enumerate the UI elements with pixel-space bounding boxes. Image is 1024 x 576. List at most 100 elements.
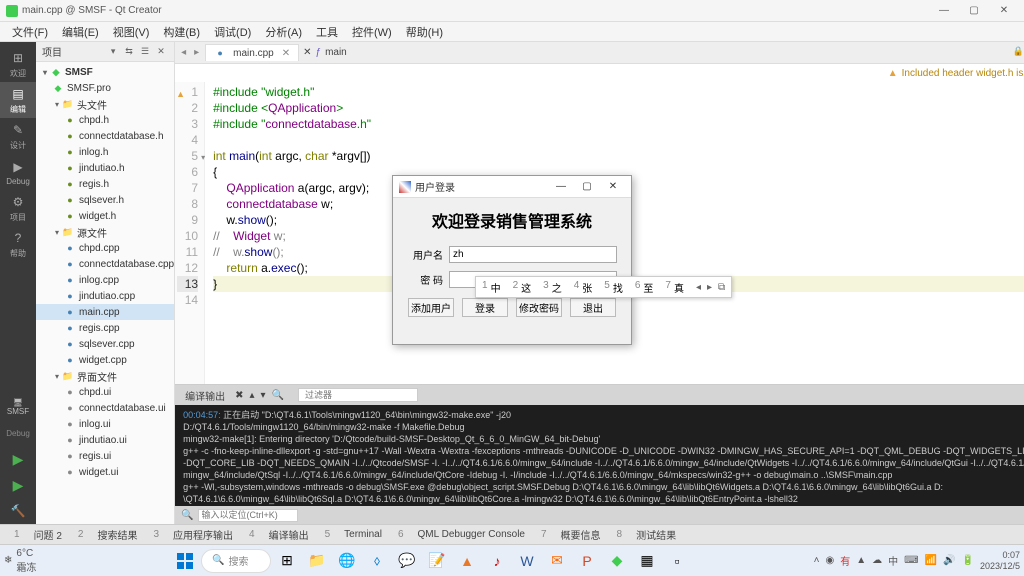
ime-candidate[interactable]: 6至 [635,280,654,295]
status-item[interactable]: Terminal [338,528,388,541]
username-input[interactable] [449,246,617,263]
debug-run-button[interactable]: ▶ [0,472,36,498]
start-button[interactable] [171,547,199,575]
crumb-close-icon[interactable]: ✕ [303,47,311,58]
login-button[interactable]: 登录 [462,298,508,317]
ime-candidate-bar[interactable]: 1中2这3之4张5找6至7真◂▸⧉ [475,276,732,298]
run-button[interactable]: ▶ [0,446,36,472]
word-icon[interactable]: W [513,547,541,575]
menu-widgets[interactable]: 控件(W) [346,22,398,42]
mode-edit[interactable]: ▤编辑 [0,82,36,118]
music-icon[interactable]: ♪ [483,547,511,575]
menu-view[interactable]: 视图(V) [107,22,156,42]
tray-clock[interactable]: 0:072023/12/5 [980,550,1020,572]
edge-icon[interactable]: 🌐 [333,547,361,575]
tree-row[interactable]: ●jindutiao.h [36,160,174,176]
typora-icon[interactable]: 📝 [423,547,451,575]
mode-welcome[interactable]: ⊞欢迎 [0,46,36,82]
tray-onedrive-icon[interactable]: ☁ [872,555,882,566]
tree-row[interactable]: ●inlog.cpp [36,272,174,288]
editor-tab[interactable]: ● main.cpp ✕ [205,44,299,61]
app-taskbar-icon[interactable]: ▫ [663,547,691,575]
tree-row[interactable]: ▾📁头文件 [36,96,174,112]
close-panel-icon[interactable]: ✕ [154,45,168,59]
nav-fwd-icon[interactable]: ▸ [192,47,201,58]
ime-candidate[interactable]: 1中 [482,280,501,295]
build-button[interactable]: 🔨 [0,498,36,524]
tree-row[interactable]: ▾📁界面文件 [36,368,174,384]
powerpoint-icon[interactable]: P [573,547,601,575]
tree-row[interactable]: ●chpd.h [36,112,174,128]
down-icon[interactable]: ▾ [261,390,266,401]
output-body[interactable]: 00:04:57: 正在启动 "D:\QT4.6.1\Tools\mingw11… [175,405,1024,506]
tree-row[interactable]: ●regis.h [36,176,174,192]
tray-chevron-icon[interactable]: ˄ [814,555,820,566]
menu-edit[interactable]: 编辑(E) [56,22,105,42]
output-filter-input[interactable] [298,388,418,402]
mode-projects[interactable]: ⚙项目 [0,190,36,226]
tree-row[interactable]: ●widget.ui [36,464,174,480]
tree-row[interactable]: ●sqlsever.cpp [36,336,174,352]
locator-input[interactable] [198,509,298,522]
lock-icon[interactable]: 🔒 [1013,46,1024,59]
explorer-icon[interactable]: 📁 [303,547,331,575]
add-user-button[interactable]: 添加用户 [408,298,454,317]
kit-selector[interactable]: 🖥SMSF [0,394,36,420]
change-password-button[interactable]: 修改密码 [516,298,562,317]
tray-youdao-icon[interactable]: 有 [840,553,850,568]
dialog-minimize-button[interactable]: — [549,178,573,196]
tree-row[interactable]: ●jindutiao.ui [36,432,174,448]
task-view-icon[interactable]: ⊞ [273,547,301,575]
tab-close-icon[interactable]: ✕ [282,48,290,59]
status-item[interactable]: 编译输出 [263,526,315,543]
menu-file[interactable]: 文件(F) [6,22,54,42]
tree-row[interactable]: ●inlog.h [36,144,174,160]
tray-volume-icon[interactable]: 🔊 [943,555,955,566]
system-tray[interactable]: ˄ ◉ 有 ▲ ☁ 中 ⌨ 📶 🔊 🔋 0:072023/12/5 [814,550,1020,572]
ime-candidate[interactable]: 4张 [574,280,593,295]
vscode-icon[interactable]: ⬨ [363,547,391,575]
status-item[interactable]: 应用程序输出 [167,526,239,543]
maximize-button[interactable]: ▢ [960,2,988,20]
tree-row[interactable]: ●inlog.ui [36,416,174,432]
build-config[interactable]: Debug [0,420,36,446]
ime-prev-icon[interactable]: ◂ [696,282,701,293]
mail-icon[interactable]: ✉ [543,547,571,575]
menu-debug[interactable]: 调试(D) [208,22,257,42]
split-icon[interactable]: ☰ [138,45,152,59]
matlab-icon[interactable]: ▲ [453,547,481,575]
mode-design[interactable]: ✎设计 [0,118,36,154]
tree-row[interactable]: ●chpd.cpp [36,240,174,256]
close-button[interactable]: ✕ [990,2,1018,20]
tree-row[interactable]: ●connectdatabase.h [36,128,174,144]
tray-battery-icon[interactable]: 🔋 [962,555,974,566]
ime-candidate[interactable]: 5找 [604,280,623,295]
tray-ime-icon[interactable]: 中 [888,553,898,568]
tree-row[interactable]: ▾◆SMSF [36,64,174,80]
ime-toolbox-icon[interactable]: ⧉ [718,282,725,293]
tree-row[interactable]: ●widget.h [36,208,174,224]
status-item[interactable]: 概要信息 [555,526,607,543]
status-item[interactable]: 搜索结果 [91,526,143,543]
tree-row[interactable]: ●widget.cpp [36,352,174,368]
menu-tools[interactable]: 工具 [310,22,344,42]
filter-icon[interactable]: ▾ [106,45,120,59]
dialog-titlebar[interactable]: 用户登录 — ▢ ✕ [393,176,631,198]
ime-candidate[interactable]: 7真 [665,280,684,295]
ime-candidate[interactable]: 2这 [513,280,532,295]
tree-row[interactable]: ▾📁源文件 [36,224,174,240]
menu-analyze[interactable]: 分析(A) [259,22,308,42]
nav-back-icon[interactable]: ◂ [179,47,188,58]
tree-row[interactable]: ●main.cpp [36,304,174,320]
tree-row[interactable]: ●regis.ui [36,448,174,464]
mode-help[interactable]: ?帮助 [0,226,36,262]
exit-button[interactable]: 退出 [570,298,616,317]
designer-icon[interactable]: ▦ [633,547,661,575]
tree-row[interactable]: ●chpd.ui [36,384,174,400]
wechat-icon[interactable]: 💬 [393,547,421,575]
up-icon[interactable]: ▴ [249,390,254,401]
clear-icon[interactable]: ✖ [235,390,243,401]
tray-app-icon[interactable]: ◉ [826,555,835,566]
status-item[interactable]: 问题 2 [28,526,68,543]
qtcreator-taskbar-icon[interactable]: ◆ [603,547,631,575]
